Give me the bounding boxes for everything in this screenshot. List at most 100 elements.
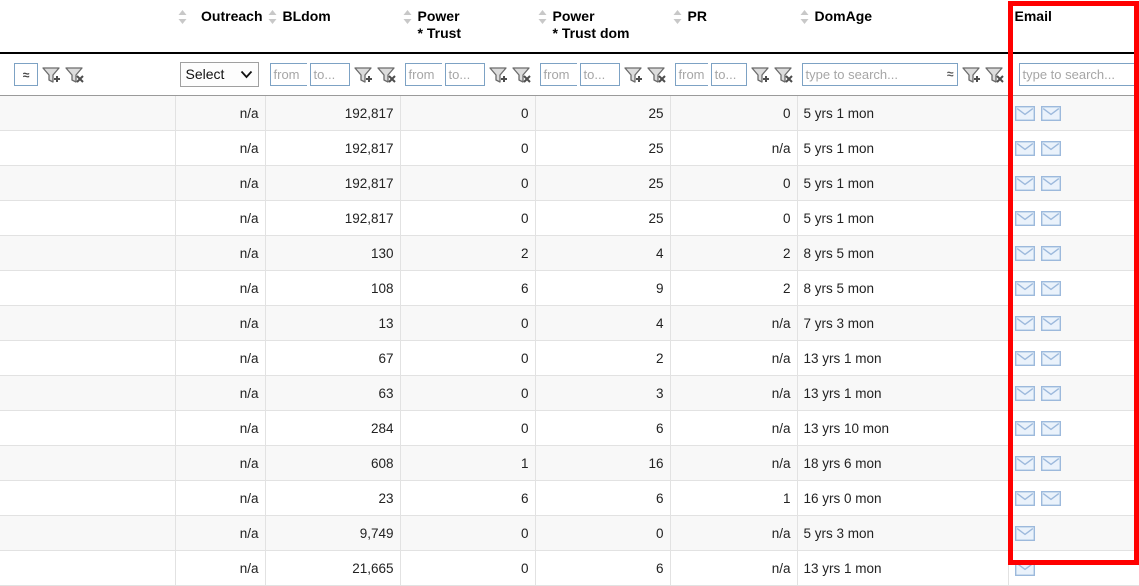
envelope-icon[interactable] (1014, 560, 1035, 576)
envelope-icon[interactable] (1014, 350, 1035, 366)
cell-power-trust: 6 (400, 270, 536, 306)
approx-match-button[interactable]: ≈ (14, 63, 38, 86)
filter-add-icon[interactable] (623, 65, 643, 85)
bldom-to-input[interactable]: to... (309, 63, 350, 86)
table-row[interactable]: n/a 192,817 0 25 0 5 yrs 1 mon (0, 165, 1139, 201)
cell-domage: 16 yrs 0 mon (797, 480, 1009, 516)
cell-domage: 13 yrs 10 mon (797, 410, 1009, 446)
sort-arrows-icon[interactable] (401, 8, 414, 25)
sort-arrows-icon[interactable] (536, 8, 549, 25)
power-trust-dom-from-input[interactable]: from (539, 63, 577, 86)
cell-domage: 5 yrs 3 mon (797, 515, 1009, 551)
column-header-domage[interactable]: DomAge (797, 0, 1009, 54)
cell-bldom: 608 (265, 445, 401, 481)
table-row[interactable]: n/a 63 0 3 n/a 13 yrs 1 mon (0, 375, 1139, 411)
cell-email (1008, 445, 1139, 481)
filter-row: ≈ Select from to... from to... from to..… (0, 53, 1139, 96)
table-row[interactable]: n/a 108 6 9 2 8 yrs 5 mon (0, 270, 1139, 306)
power-trust-from-input[interactable]: from (404, 63, 442, 86)
chevron-down-icon (240, 63, 253, 86)
approx-match-icon[interactable]: ≈ (943, 64, 954, 85)
envelope-icon[interactable] (1040, 140, 1061, 156)
cell-check (0, 235, 176, 271)
envelope-icon[interactable] (1014, 105, 1035, 121)
filter-clear-icon[interactable] (511, 65, 531, 85)
sort-arrows-icon[interactable] (176, 8, 189, 25)
envelope-icon[interactable] (1014, 385, 1035, 401)
envelope-icon[interactable] (1040, 420, 1061, 436)
filter-add-icon[interactable] (353, 65, 373, 85)
column-header-power-trust[interactable]: Power * Trust (400, 0, 536, 54)
pr-from-input[interactable]: from (674, 63, 708, 86)
column-header-pr[interactable]: PR (670, 0, 798, 54)
envelope-icon[interactable] (1040, 315, 1061, 331)
envelope-icon[interactable] (1014, 455, 1035, 471)
email-icon-group (1014, 175, 1133, 191)
filter-clear-icon[interactable] (376, 65, 396, 85)
envelope-icon[interactable] (1014, 315, 1035, 331)
envelope-icon[interactable] (1014, 525, 1035, 541)
envelope-icon[interactable] (1040, 245, 1061, 261)
column-header-bldom[interactable]: BLdom (265, 0, 401, 54)
cell-bldom: 192,817 (265, 165, 401, 201)
sort-arrows-icon[interactable] (671, 8, 684, 25)
table-row[interactable]: n/a 192,817 0 25 n/a 5 yrs 1 mon (0, 130, 1139, 166)
cell-bldom: 130 (265, 235, 401, 271)
email-icon-group (1014, 140, 1133, 156)
table-row[interactable]: n/a 192,817 0 25 0 5 yrs 1 mon (0, 95, 1139, 131)
column-header-power-trust-dom[interactable]: Power * Trust dom (535, 0, 671, 54)
column-label-pr: PR (687, 8, 707, 24)
table-header: Outreach BLdom Power * Trust Power * Tru… (0, 0, 1139, 96)
envelope-icon[interactable] (1014, 175, 1035, 191)
power-trust-dom-to-input[interactable]: to... (579, 63, 620, 86)
envelope-icon[interactable] (1040, 175, 1061, 191)
power-trust-to-input[interactable]: to... (444, 63, 485, 86)
table-row[interactable]: n/a 608 1 16 n/a 18 yrs 6 mon (0, 445, 1139, 481)
filter-add-icon[interactable] (961, 65, 981, 85)
table-row[interactable]: n/a 13 0 4 n/a 7 yrs 3 mon (0, 305, 1139, 341)
table-row[interactable]: n/a 23 6 6 1 16 yrs 0 mon (0, 480, 1139, 516)
cell-pr: n/a (670, 550, 798, 586)
table-row[interactable]: n/a 130 2 4 2 8 yrs 5 mon (0, 235, 1139, 271)
filter-clear-icon[interactable] (646, 65, 666, 85)
envelope-icon[interactable] (1040, 490, 1061, 506)
envelope-icon[interactable] (1014, 245, 1035, 261)
table-row[interactable]: n/a 284 0 6 n/a 13 yrs 10 mon (0, 410, 1139, 446)
column-header-outreach[interactable]: Outreach (175, 0, 266, 54)
cell-power-trust-dom: 6 (535, 410, 671, 446)
table-row[interactable]: n/a 9,749 0 0 n/a 5 yrs 3 mon (0, 515, 1139, 551)
table-row[interactable]: n/a 67 0 2 n/a 13 yrs 1 mon (0, 340, 1139, 376)
cell-power-trust: 0 (400, 130, 536, 166)
email-search-input[interactable]: type to search... (1018, 63, 1135, 86)
envelope-icon[interactable] (1040, 280, 1061, 296)
envelope-icon[interactable] (1014, 140, 1035, 156)
bldom-from-input[interactable]: from (269, 63, 307, 86)
pr-to-input[interactable]: to... (710, 63, 747, 86)
filter-clear-icon[interactable] (984, 65, 1004, 85)
envelope-icon[interactable] (1014, 280, 1035, 296)
envelope-icon[interactable] (1040, 105, 1061, 121)
sort-arrows-icon[interactable] (266, 8, 279, 25)
envelope-icon[interactable] (1014, 490, 1035, 506)
column-header-email[interactable]: Email (1008, 0, 1139, 54)
filter-clear-icon[interactable] (773, 65, 793, 85)
table-row[interactable]: n/a 21,665 0 6 n/a 13 yrs 1 mon (0, 550, 1139, 586)
filter-clear-icon[interactable] (64, 65, 84, 85)
envelope-icon[interactable] (1014, 210, 1035, 226)
envelope-icon[interactable] (1040, 455, 1061, 471)
outreach-select[interactable]: Select (179, 62, 259, 87)
filter-cell-pr: from to... (670, 53, 798, 96)
envelope-icon[interactable] (1040, 210, 1061, 226)
filter-add-icon[interactable] (488, 65, 508, 85)
sort-arrows-icon[interactable] (798, 8, 811, 25)
envelope-icon[interactable] (1040, 350, 1061, 366)
envelope-icon[interactable] (1040, 385, 1061, 401)
envelope-icon[interactable] (1014, 420, 1035, 436)
cell-email (1008, 165, 1139, 201)
table-row[interactable]: n/a 192,817 0 25 0 5 yrs 1 mon (0, 200, 1139, 236)
filter-add-icon[interactable] (750, 65, 770, 85)
filter-add-icon[interactable] (41, 65, 61, 85)
email-icon-group (1014, 525, 1133, 541)
cell-bldom: 21,665 (265, 550, 401, 586)
domage-search-input[interactable]: type to search... ≈ (801, 63, 958, 86)
